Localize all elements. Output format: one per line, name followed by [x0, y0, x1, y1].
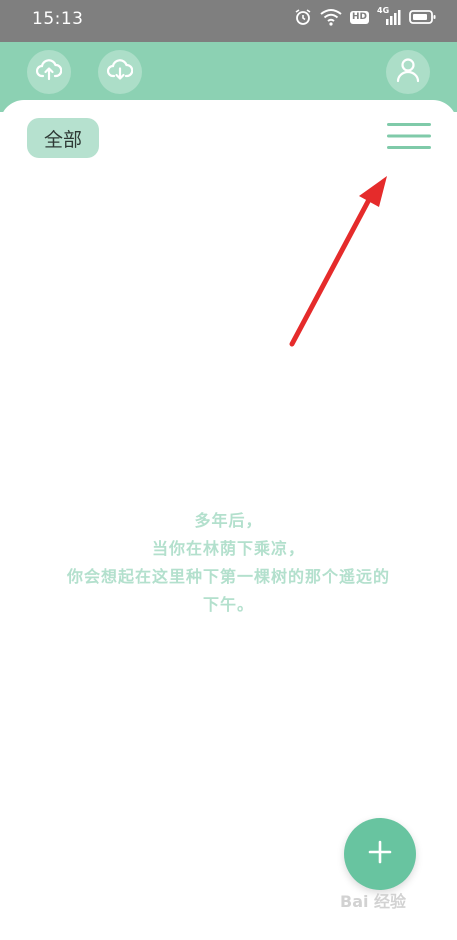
empty-state-quote: 多年后， 当你在林荫下乘凉， 你会想起在这里种下第一棵树的那个遥远的 下午。 [0, 507, 457, 619]
content-sheet: 全部 多年后， 当你在林荫下乘凉， 你会想起在这里种下第一棵树的那个遥远的 下午… [0, 100, 457, 940]
cloud-download-icon [106, 58, 134, 86]
add-button[interactable] [344, 818, 416, 890]
battery-icon [409, 9, 437, 25]
quote-line: 多年后， [194, 511, 263, 530]
status-time: 15:13 [32, 9, 84, 29]
menu-button[interactable] [387, 122, 431, 150]
hd-badge: HD [349, 10, 369, 24]
category-filter-chip[interactable]: 全部 [27, 118, 99, 158]
cloud-download-button[interactable] [98, 50, 142, 94]
signal-icon: 4G [377, 6, 401, 26]
quote-line: 你会想起在这里种下第一棵树的那个遥远的 [66, 567, 390, 586]
quote-line: 下午。 [202, 595, 254, 614]
status-icons: HD 4G [294, 6, 437, 26]
cloud-upload-icon [35, 58, 63, 86]
quote-line: 当你在林荫下乘凉， [151, 539, 305, 558]
plus-icon [367, 839, 393, 869]
status-bar: 15:13 HD 4G [0, 0, 457, 42]
user-icon [396, 57, 420, 87]
wifi-icon [320, 8, 342, 26]
hamburger-icon [387, 123, 431, 154]
baidu-watermark: Bai 经验 [340, 892, 407, 911]
cloud-upload-button[interactable] [27, 50, 71, 94]
profile-button[interactable] [386, 50, 430, 94]
alarm-icon [294, 8, 312, 26]
